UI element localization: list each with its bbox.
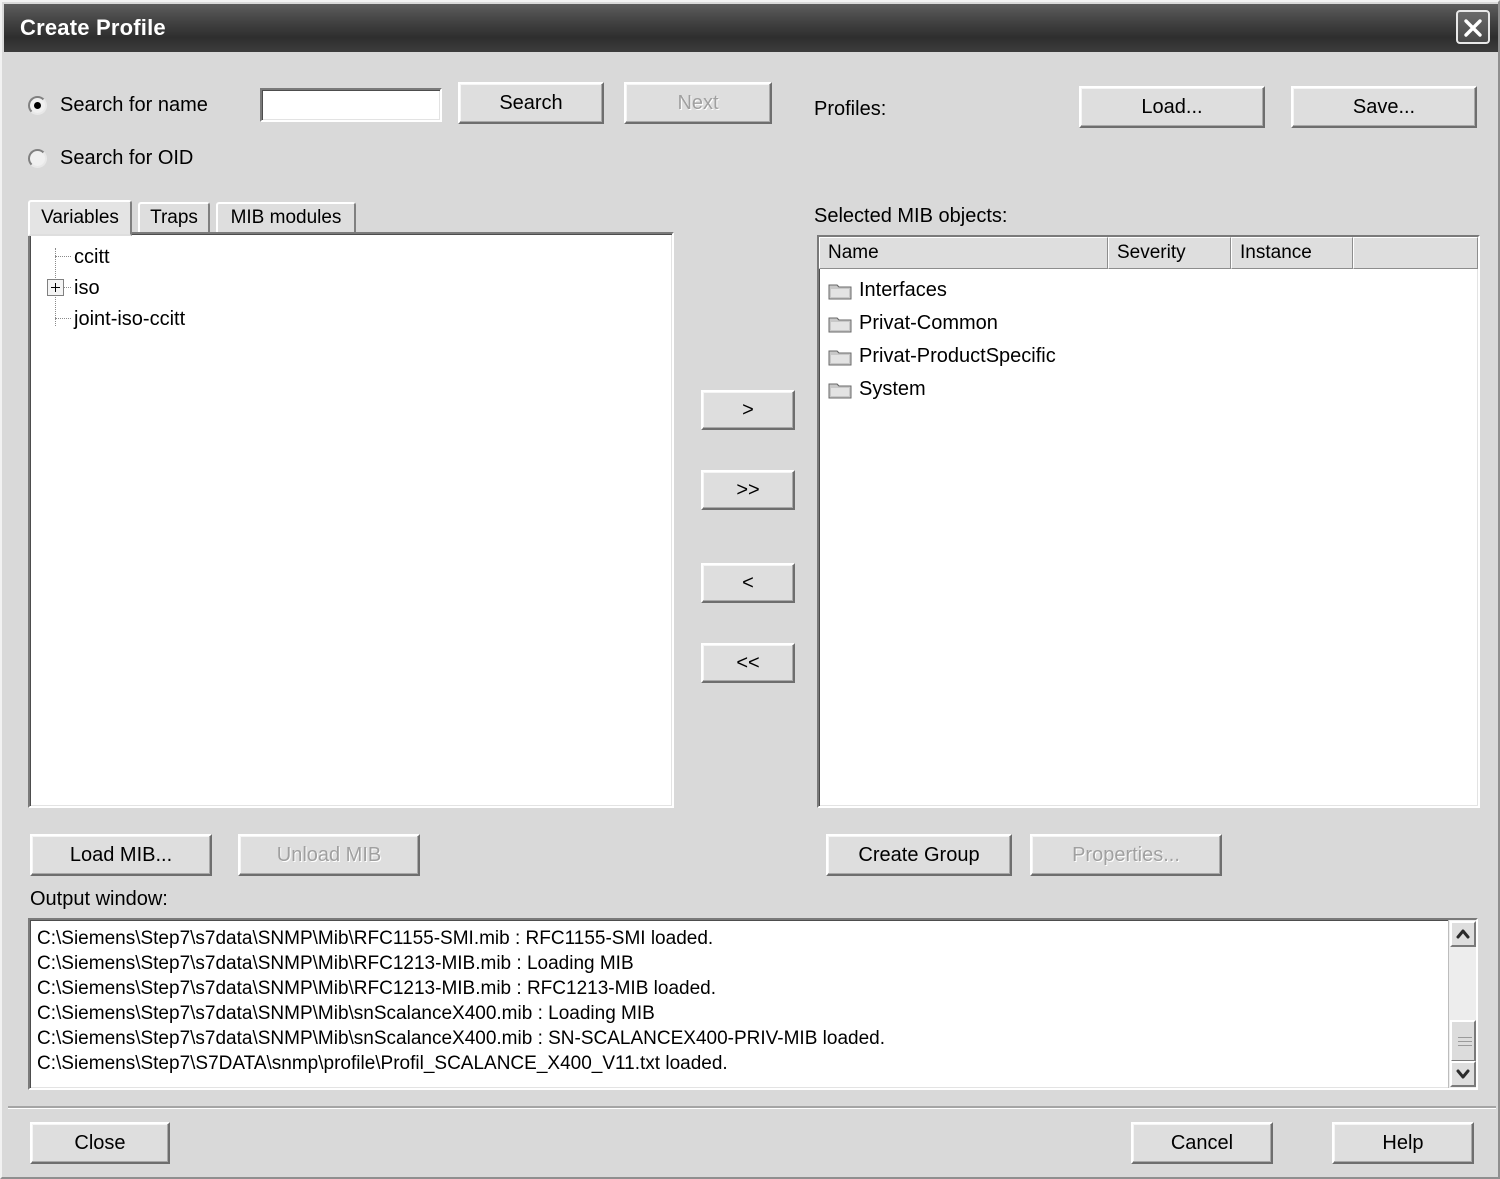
output-scrollbar[interactable] <box>1448 920 1476 1088</box>
profiles-label: Profiles: <box>814 98 887 120</box>
title-bar: Create Profile <box>4 4 1498 52</box>
output-line: C:\Siemens\Step7\s7data\SNMP\Mib\snScala… <box>37 1028 885 1049</box>
output-window[interactable]: C:\Siemens\Step7\s7data\SNMP\Mib\RFC1155… <box>28 918 1478 1090</box>
create-group-button[interactable]: Create Group <box>826 834 1012 876</box>
tab-mib-modules[interactable]: MIB modules <box>216 202 356 234</box>
help-button[interactable]: Help <box>1332 1122 1474 1164</box>
scrollbar-grip-line <box>1458 1041 1472 1042</box>
search-button[interactable]: Search <box>458 82 604 124</box>
radio-search-for-oid[interactable]: Search for OID <box>28 147 193 170</box>
tree-item-iso[interactable]: iso <box>74 277 100 300</box>
move-left-button[interactable]: < <box>701 563 795 603</box>
list-item[interactable]: Privat-Common <box>828 312 998 335</box>
list-item-name: System <box>859 378 926 400</box>
properties-button[interactable]: Properties... <box>1030 834 1222 876</box>
load-mib-button[interactable]: Load MIB... <box>30 834 212 876</box>
list-item-name: Interfaces <box>859 279 947 301</box>
close-x-glyph <box>1464 19 1482 37</box>
scrollbar-grip-line <box>1458 1037 1472 1038</box>
save-profile-button[interactable]: Save... <box>1291 86 1477 128</box>
list-item[interactable]: Interfaces <box>828 279 947 302</box>
output-line: C:\Siemens\Step7\s7data\SNMP\Mib\RFC1213… <box>37 978 716 999</box>
chevron-up-icon <box>1456 929 1470 939</box>
tree-connector-dash <box>55 256 71 257</box>
output-window-label: Output window: <box>30 888 168 910</box>
move-all-right-button[interactable]: >> <box>701 470 795 510</box>
radio-search-for-name[interactable]: Search for name <box>28 94 208 117</box>
footer-divider <box>8 1106 1496 1109</box>
move-right-button[interactable]: > <box>701 390 795 430</box>
list-item-name: Privat-ProductSpecific <box>859 345 1056 367</box>
list-item-name: Privat-Common <box>859 312 998 334</box>
chevron-down-icon <box>1456 1069 1470 1079</box>
column-header-instance[interactable]: Instance <box>1231 237 1353 269</box>
folder-icon <box>828 350 852 366</box>
close-button[interactable]: Close <box>30 1122 170 1164</box>
output-line: C:\Siemens\Step7\s7data\SNMP\Mib\RFC1155… <box>37 928 714 949</box>
scroll-up-icon[interactable] <box>1450 921 1476 947</box>
next-button[interactable]: Next <box>624 82 772 124</box>
selected-mib-objects-label: Selected MIB objects: <box>814 205 1008 227</box>
close-icon[interactable] <box>1456 10 1490 44</box>
cancel-button[interactable]: Cancel <box>1131 1122 1273 1164</box>
output-line: C:\Siemens\Step7\s7data\SNMP\Mib\snScala… <box>37 1003 655 1024</box>
tree-item-joint-iso-ccitt[interactable]: joint-iso-ccitt <box>74 308 185 331</box>
list-item[interactable]: Privat-ProductSpecific <box>828 345 1056 368</box>
unload-mib-button[interactable]: Unload MIB <box>238 834 420 876</box>
column-header-blank[interactable] <box>1353 237 1478 269</box>
output-log: C:\Siemens\Step7\s7data\SNMP\Mib\RFC1155… <box>37 926 1444 1076</box>
create-profile-dialog: Create Profile Search for name Search fo… <box>0 0 1500 1179</box>
scrollbar-grip-line <box>1458 1045 1472 1046</box>
radio-search-for-oid-label: Search for OID <box>60 147 194 169</box>
radio-button-indicator <box>28 149 47 168</box>
scroll-down-icon[interactable] <box>1450 1061 1476 1087</box>
search-input[interactable] <box>260 88 442 122</box>
folder-icon <box>828 383 852 399</box>
scrollbar-thumb[interactable] <box>1450 1020 1476 1062</box>
folder-icon <box>828 317 852 333</box>
output-line: C:\Siemens\Step7\s7data\SNMP\Mib\RFC1213… <box>37 953 634 974</box>
output-line: C:\Siemens\Step7\S7DATA\snmp\profile\Pro… <box>37 1053 728 1074</box>
radio-button-indicator <box>28 96 47 115</box>
window-title: Create Profile <box>20 15 166 40</box>
radio-search-for-name-label: Search for name <box>60 94 208 116</box>
column-header-severity[interactable]: Severity <box>1108 237 1231 269</box>
tab-variables[interactable]: Variables <box>28 200 132 236</box>
move-all-left-button[interactable]: << <box>701 643 795 683</box>
list-item[interactable]: System <box>828 378 926 401</box>
folder-icon <box>828 284 852 300</box>
column-header-name[interactable]: Name <box>819 237 1108 269</box>
tab-traps[interactable]: Traps <box>138 202 210 234</box>
mib-tree-panel[interactable]: ccitt iso joint-iso-ccitt <box>28 232 674 808</box>
load-profile-button[interactable]: Load... <box>1079 86 1265 128</box>
tree-expander-iso[interactable] <box>47 279 64 296</box>
selected-mib-objects-list[interactable]: Name Severity Instance Interfaces Privat… <box>817 235 1480 808</box>
tree-connector-dash <box>55 318 71 319</box>
tree-item-ccitt[interactable]: ccitt <box>74 246 110 269</box>
